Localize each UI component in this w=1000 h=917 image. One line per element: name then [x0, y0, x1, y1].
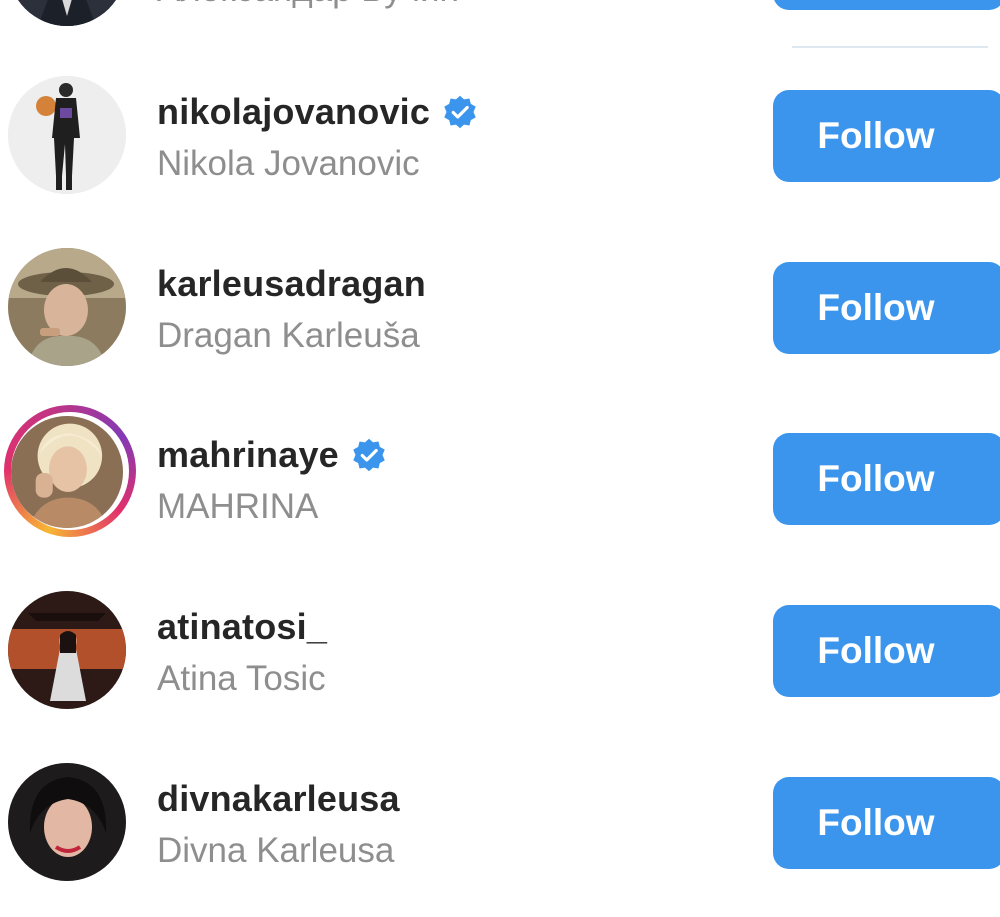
partial-top-avatar[interactable]: [8, 0, 126, 26]
account-text: divnakarleusa Divna Karleusa: [157, 777, 400, 873]
avatar-image: [11, 416, 123, 528]
avatar-image: [8, 591, 126, 709]
follow-button[interactable]: Follow: [773, 433, 1000, 525]
account-text: karleusadragan Dragan Karleuša: [157, 262, 426, 358]
list-item: nikolajovanovic Nikola Jovanovic Follow: [0, 70, 1000, 230]
avatar-image: [8, 76, 126, 194]
username[interactable]: atinatosi_: [157, 606, 327, 648]
username[interactable]: divnakarleusa: [157, 778, 400, 820]
account-text: mahrinaye MAHRINA: [157, 433, 387, 529]
list-item: mahrinaye MAHRINA Follow: [0, 405, 1000, 573]
avatar[interactable]: [8, 763, 126, 881]
list-item: divnakarleusa Divna Karleusa Follow: [0, 757, 1000, 917]
account-text: atinatosi_ Atina Tosic: [157, 605, 327, 701]
avatar-image: [8, 763, 126, 881]
follow-button[interactable]: Follow: [773, 777, 1000, 869]
avatar[interactable]: [8, 591, 126, 709]
follow-button[interactable]: Follow: [773, 605, 1000, 697]
suggested-accounts-list: Александар Вучић nikolajovanovic: [0, 0, 1000, 881]
username[interactable]: mahrinaye: [157, 434, 339, 476]
verified-badge-icon: [351, 437, 387, 473]
full-name: Nikola Jovanovic: [157, 144, 420, 183]
full-name: Divna Karleusa: [157, 831, 395, 870]
avatar[interactable]: [11, 416, 123, 528]
partial-top-follow-button[interactable]: [773, 0, 1000, 10]
follow-button[interactable]: Follow: [773, 90, 1000, 182]
username-row: karleusadragan: [157, 262, 426, 306]
username[interactable]: nikolajovanovic: [157, 91, 430, 133]
username-row: nikolajovanovic: [157, 90, 478, 134]
list-item: karleusadragan Dragan Karleuša Follow: [0, 242, 1000, 402]
full-name: MAHRINA: [157, 487, 319, 526]
follow-button[interactable]: Follow: [773, 262, 1000, 354]
username[interactable]: karleusadragan: [157, 263, 426, 305]
full-name: Dragan Karleuša: [157, 316, 420, 355]
partial-top-fullname: Александар Вучић: [157, 0, 459, 10]
avatar[interactable]: [8, 76, 126, 194]
username-row: divnakarleusa: [157, 777, 400, 821]
avatar-image: [8, 248, 126, 366]
divider: [792, 46, 988, 48]
username-row: atinatosi_: [157, 605, 327, 649]
account-text: nikolajovanovic Nikola Jovanovic: [157, 90, 478, 186]
avatar-image: [8, 0, 126, 26]
username-row: mahrinaye: [157, 433, 387, 477]
list-item: atinatosi_ Atina Tosic Follow: [0, 585, 1000, 745]
avatar[interactable]: [8, 248, 126, 366]
verified-badge-icon: [442, 94, 478, 130]
full-name: Atina Tosic: [157, 659, 326, 698]
